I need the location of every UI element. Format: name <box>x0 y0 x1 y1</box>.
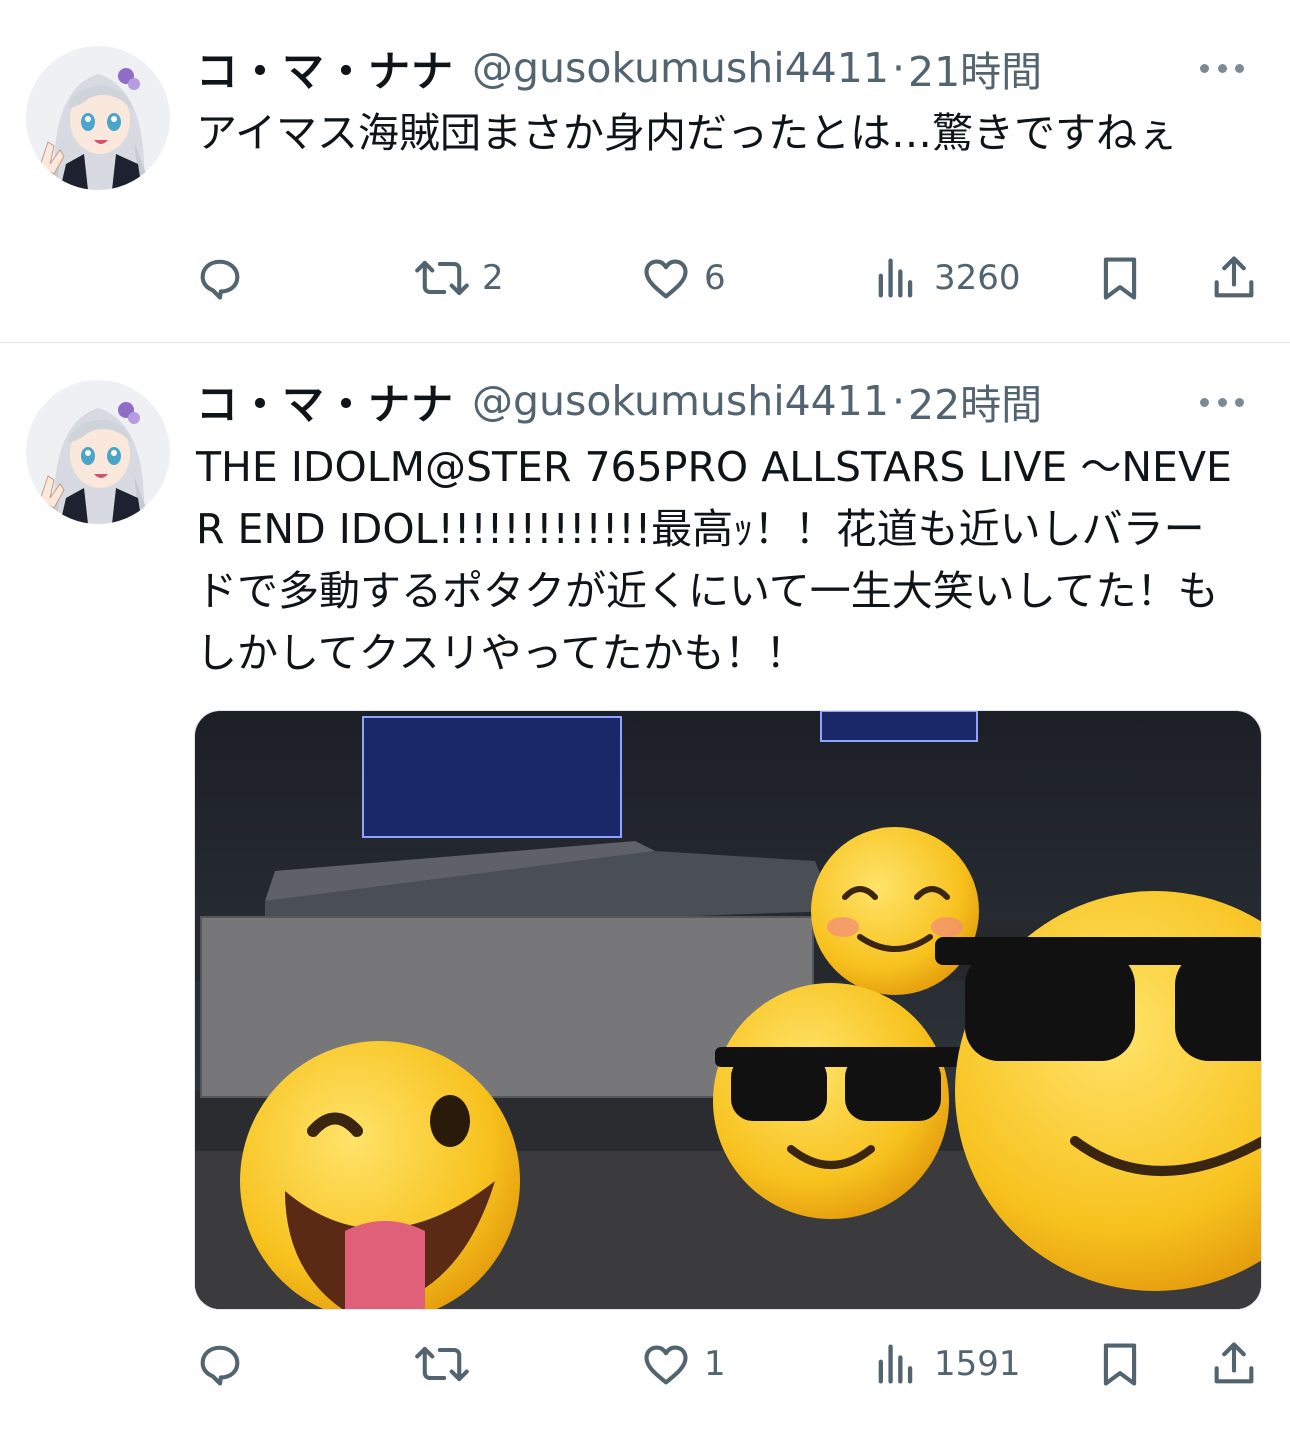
views-button[interactable]: 1591 <box>870 1334 1021 1394</box>
reply-icon <box>200 259 240 300</box>
tweet-photo[interactable] <box>194 710 1262 1310</box>
tweet-text: THE IDOLM@STER 765PRO ALLSTARS LIVE 〜NEV… <box>196 443 1232 677</box>
tweet[interactable]: コ・マ・ナナ @gusokumushi4411 · 22時間 THE IDOLM… <box>0 344 1290 1433</box>
like-count: 1 <box>704 1344 726 1384</box>
bookmark-icon <box>1103 257 1137 300</box>
tweet[interactable]: コ・マ・ナナ @gusokumushi4411 · 21時間 アイマス海賊団まさ… <box>0 0 1290 343</box>
like-icon <box>644 1345 688 1385</box>
avatar[interactable] <box>26 46 170 190</box>
share-icon <box>1214 1342 1254 1384</box>
like-count: 6 <box>704 258 726 298</box>
action-bar: 2 6 3260 <box>194 248 1264 308</box>
tweet-header: コ・マ・ナナ @gusokumushi4411 · 21時間 <box>196 42 1042 96</box>
retweet-count: 2 <box>482 258 504 298</box>
reply-button[interactable] <box>194 1334 258 1394</box>
separator: · <box>891 44 905 92</box>
share-button[interactable] <box>1208 248 1260 308</box>
action-bar: 1 1591 <box>194 1334 1264 1394</box>
author-name[interactable]: コ・マ・ナナ <box>196 38 454 99</box>
share-icon <box>1214 256 1254 298</box>
view-count: 1591 <box>934 1344 1021 1384</box>
reply-icon <box>200 1345 240 1386</box>
timestamp[interactable]: 22時間 <box>908 371 1042 431</box>
share-button[interactable] <box>1208 1334 1260 1394</box>
retweet-icon <box>415 1346 469 1382</box>
retweet-button[interactable]: 2 <box>414 248 504 308</box>
tweet-header: コ・マ・ナナ @gusokumushi4411 · 22時間 <box>196 375 1042 429</box>
like-icon <box>644 259 688 299</box>
author-handle[interactable]: @gusokumushi4411 <box>472 377 889 425</box>
author-name[interactable]: コ・マ・ナナ <box>196 371 454 432</box>
avatar-image <box>26 380 170 524</box>
timestamp[interactable]: 21時間 <box>908 38 1042 98</box>
like-button[interactable]: 6 <box>640 248 726 308</box>
bookmark-button[interactable] <box>1094 248 1146 308</box>
more-icon[interactable] <box>1200 58 1244 78</box>
author-handle[interactable]: @gusokumushi4411 <box>472 44 889 92</box>
more-icon[interactable] <box>1200 392 1244 412</box>
bookmark-button[interactable] <box>1094 1334 1146 1394</box>
separator: · <box>891 377 905 425</box>
bookmark-icon <box>1103 1343 1137 1386</box>
retweet-button[interactable] <box>414 1334 482 1394</box>
views-button[interactable]: 3260 <box>870 248 1021 308</box>
like-button[interactable]: 1 <box>640 1334 726 1394</box>
avatar-image <box>26 46 170 190</box>
views-icon <box>878 1344 913 1384</box>
concert-photo <box>195 711 1261 1309</box>
view-count: 3260 <box>934 258 1021 298</box>
retweet-icon <box>415 260 469 296</box>
avatar[interactable] <box>26 380 170 524</box>
reply-button[interactable] <box>194 248 258 308</box>
views-icon <box>878 258 913 298</box>
tweet-text: アイマス海賊団まさか身内だったとは…驚きですねぇ <box>196 109 1178 157</box>
